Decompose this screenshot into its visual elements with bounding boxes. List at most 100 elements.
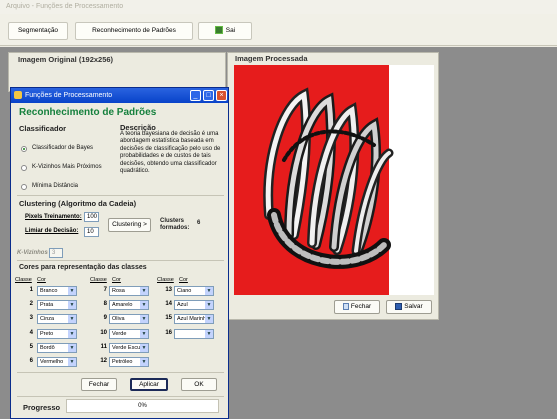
segmentacao-button[interactable]: Segmentação bbox=[8, 22, 68, 40]
chevron-down-icon: ▼ bbox=[68, 358, 76, 366]
original-image-title: Imagem Original (192x256) bbox=[15, 55, 117, 64]
clustering-button[interactable]: Clustering > bbox=[108, 218, 151, 232]
class-color-select[interactable]: Vermelho ▼ bbox=[37, 357, 77, 367]
chevron-down-icon: ▼ bbox=[140, 287, 148, 295]
dialog-fechar-button[interactable]: Fechar bbox=[81, 378, 117, 391]
class-number: 16 bbox=[165, 330, 172, 336]
chevron-down-icon: ▼ bbox=[68, 330, 76, 338]
class-number: 11 bbox=[100, 344, 107, 350]
chevron-down-icon: ▼ bbox=[68, 344, 76, 352]
radio-min-dist-label: Mínima Distância bbox=[32, 183, 79, 189]
divider bbox=[17, 396, 224, 397]
processed-salvar-button[interactable]: Salvar bbox=[386, 300, 432, 314]
sair-label: Sai bbox=[225, 27, 236, 34]
processed-image-panel: Imagem Processada Fechar Salvar bbox=[227, 52, 439, 320]
limiar-label: Limiar de Decisão: bbox=[25, 228, 79, 234]
dialog-ok-button[interactable]: OK bbox=[181, 378, 217, 391]
radio-knn-label: K-Vizinhos Mais Próximos bbox=[32, 164, 102, 170]
chevron-down-icon: ▼ bbox=[68, 315, 76, 323]
main-window-title: Arquivo - Funções de Processamento bbox=[0, 0, 557, 14]
col-cor: Cor bbox=[112, 277, 121, 283]
class-color-select[interactable]: Oliva ▼ bbox=[109, 314, 149, 324]
chevron-down-icon: ▼ bbox=[140, 344, 148, 352]
col-classe: Classe bbox=[15, 277, 32, 283]
class-number: 7 bbox=[103, 287, 107, 293]
class-color-select[interactable]: Bordô ▼ bbox=[37, 343, 77, 353]
class-color-select[interactable]: Azul Marinho ▼ bbox=[174, 314, 214, 324]
class-color-select[interactable]: Preto ▼ bbox=[37, 329, 77, 339]
radio-knn[interactable] bbox=[21, 165, 27, 171]
radio-min-dist[interactable] bbox=[21, 184, 27, 190]
maximize-icon[interactable]: □ bbox=[203, 90, 214, 101]
class-number: 4 bbox=[29, 330, 33, 336]
app-icon bbox=[14, 91, 22, 99]
divider bbox=[17, 372, 224, 373]
class-color-select[interactable]: Amarelo ▼ bbox=[109, 300, 149, 310]
progress-bar: 0% bbox=[66, 399, 219, 413]
class-color-select[interactable]: Verde Escuro ▼ bbox=[109, 343, 149, 353]
class-color-select[interactable]: Cinza ▼ bbox=[37, 314, 77, 324]
processed-image bbox=[234, 65, 434, 295]
reconhecimento-button[interactable]: Reconhecimento de Padrões bbox=[75, 22, 193, 40]
class-number: 6 bbox=[29, 358, 33, 364]
dialog-aplicar-button[interactable]: Aplicar bbox=[130, 378, 168, 391]
processed-image-title: Imagem Processada bbox=[232, 54, 311, 63]
kvizinhos-label: K-Vizinhos bbox=[17, 250, 48, 256]
dialog-title: Funções de Processamento bbox=[25, 92, 113, 99]
chevron-down-icon: ▼ bbox=[205, 301, 213, 309]
descricao-text: A teoria bayesiana de decisão é uma abor… bbox=[120, 131, 221, 175]
cores-title: Cores para representação das classes bbox=[19, 264, 147, 271]
sair-button[interactable]: Sai bbox=[198, 22, 252, 40]
progresso-label: Progresso bbox=[23, 403, 61, 412]
class-color-select[interactable]: Prata ▼ bbox=[37, 300, 77, 310]
class-color-select[interactable]: Branco ▼ bbox=[37, 286, 77, 296]
class-number: 13 bbox=[165, 287, 172, 293]
original-image-panel: Imagem Original (192x256) bbox=[8, 52, 226, 92]
chevron-down-icon: ▼ bbox=[205, 330, 213, 338]
chevron-down-icon: ▼ bbox=[140, 330, 148, 338]
divider bbox=[17, 195, 224, 196]
close-icon[interactable]: × bbox=[216, 90, 227, 101]
class-color-select[interactable]: Ciano ▼ bbox=[174, 286, 214, 296]
chevron-down-icon: ▼ bbox=[140, 301, 148, 309]
pixels-label: Pixels Treinamento: bbox=[25, 214, 82, 220]
class-number: 8 bbox=[103, 301, 107, 307]
chevron-down-icon: ▼ bbox=[68, 287, 76, 295]
processed-fechar-button[interactable]: Fechar bbox=[334, 300, 380, 314]
dialog-heading: Reconhecimento de Padrões bbox=[19, 107, 157, 118]
chevron-down-icon: ▼ bbox=[205, 287, 213, 295]
class-number: 12 bbox=[100, 358, 107, 364]
col-classe: Classe bbox=[90, 277, 107, 283]
class-color-select[interactable]: Azul ▼ bbox=[174, 300, 214, 310]
col-cor: Cor bbox=[37, 277, 46, 283]
class-number: 9 bbox=[103, 315, 107, 321]
progress-value: 0% bbox=[138, 403, 147, 409]
pixels-input[interactable]: 100 bbox=[84, 212, 99, 222]
radio-bayes[interactable] bbox=[21, 146, 27, 152]
processed-fechar-label: Fechar bbox=[350, 303, 372, 310]
dialog-titlebar: Funções de Processamento _ □ × bbox=[11, 88, 228, 103]
chevron-down-icon: ▼ bbox=[68, 301, 76, 309]
col-cor: Cor bbox=[179, 277, 188, 283]
toolbar: Segmentação Reconhecimento de Padrões Sa… bbox=[0, 14, 557, 46]
class-color-select[interactable]: Petróleo ▼ bbox=[109, 357, 149, 367]
kvizinhos-input[interactable]: 3 bbox=[49, 248, 63, 258]
class-color-select[interactable]: Rosa ▼ bbox=[109, 286, 149, 296]
clusters-label: Clusters formados: bbox=[160, 218, 190, 231]
class-number: 1 bbox=[29, 287, 33, 293]
close-doc-icon bbox=[342, 302, 349, 310]
classificador-title: Classificador bbox=[19, 124, 67, 133]
class-number: 15 bbox=[165, 315, 172, 321]
class-color-select[interactable]: Verde ▼ bbox=[109, 329, 149, 339]
save-icon bbox=[395, 302, 403, 310]
processed-salvar-label: Salvar bbox=[404, 303, 423, 310]
processing-dialog: Funções de Processamento _ □ × Reconheci… bbox=[10, 87, 229, 419]
radio-bayes-label: Classificador de Bayes bbox=[32, 145, 94, 151]
exit-icon bbox=[214, 26, 223, 35]
limiar-input[interactable]: 10 bbox=[84, 227, 99, 237]
minimize-icon[interactable]: _ bbox=[190, 90, 201, 101]
chevron-down-icon: ▼ bbox=[205, 315, 213, 323]
class-color-select[interactable]: ▼ bbox=[174, 329, 214, 339]
clusters-value: 6 bbox=[197, 220, 201, 226]
class-number: 5 bbox=[29, 344, 33, 350]
